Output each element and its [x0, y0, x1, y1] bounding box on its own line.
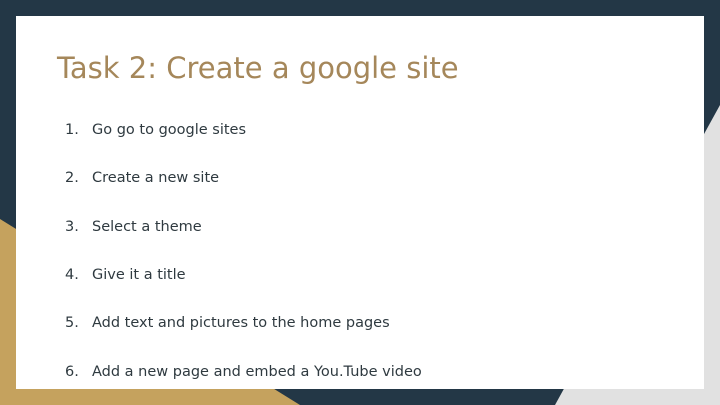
step-number: 2. — [65, 170, 79, 186]
slide-title: Task 2: Create a google site — [57, 51, 459, 85]
step-item-3: 3. Select a theme — [65, 218, 202, 236]
step-number: 3. — [65, 219, 79, 235]
step-text: Add text and pictures to the home pages — [92, 315, 390, 331]
step-text: Give it a title — [92, 267, 186, 283]
step-item-6: 6. Add a new page and embed a You.Tube vi… — [65, 363, 422, 381]
step-text: Create a new site — [92, 170, 220, 186]
step-number: 6. — [65, 364, 79, 380]
step-item-5: 5. Add text and pictures to the home page… — [65, 314, 390, 332]
step-number: 1. — [65, 122, 79, 138]
step-text: Add a new page and embed a You.Tube vide… — [92, 364, 422, 380]
step-item-1: 1. Go go to google sites — [65, 121, 246, 139]
step-text: Select a theme — [92, 219, 202, 235]
step-text: Go go to google sites — [92, 122, 247, 138]
step-number: 5. — [65, 315, 79, 331]
step-number: 4. — [65, 267, 79, 283]
step-item-2: 2. Create a new site — [65, 169, 219, 187]
step-item-4: 4. Give it a title — [65, 266, 186, 284]
